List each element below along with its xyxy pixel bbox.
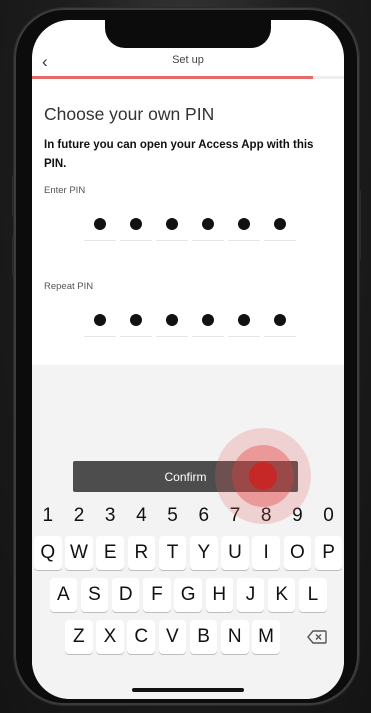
repeat-pin-field[interactable] — [84, 304, 296, 337]
key-h[interactable]: H — [205, 578, 234, 612]
key-c[interactable]: C — [127, 620, 155, 654]
key-f[interactable]: F — [143, 578, 171, 612]
enter-pin-digit-5[interactable] — [228, 208, 260, 241]
enter-pin-label: Enter PIN — [44, 185, 86, 196]
key-1[interactable]: 1 — [34, 499, 62, 533]
pin-dot — [202, 314, 214, 326]
key-9[interactable]: 9 — [284, 499, 312, 533]
enter-pin-digit-3[interactable] — [156, 208, 188, 241]
repeat-pin-label: Repeat PIN — [44, 281, 94, 292]
enter-pin-digit-2[interactable] — [120, 208, 152, 241]
confirm-button[interactable]: Confirm — [73, 461, 298, 492]
key-v[interactable]: V — [158, 620, 187, 654]
pin-dot — [130, 314, 142, 326]
pin-dot — [202, 218, 214, 230]
description-text: In future you can open your Access App w… — [44, 139, 314, 170]
key-z[interactable]: Z — [65, 620, 93, 654]
key-q[interactable]: Q — [34, 536, 62, 570]
key-k[interactable]: K — [267, 578, 296, 612]
progress-fill — [32, 76, 313, 79]
pin-dot — [166, 218, 178, 230]
key-8[interactable]: 8 — [252, 499, 280, 533]
notch — [105, 20, 271, 48]
pin-dot — [94, 218, 106, 230]
pin-dot — [238, 314, 250, 326]
phone-screen: ‹ Set up Choose your own PIN In future y… — [32, 20, 344, 699]
key-6[interactable]: 6 — [190, 499, 218, 533]
page-title: Choose your own PIN — [44, 104, 215, 124]
key-d[interactable]: D — [111, 578, 140, 612]
pin-dot — [166, 314, 178, 326]
home-indicator — [132, 688, 244, 692]
key-2[interactable]: 2 — [65, 499, 93, 533]
repeat-pin-digit-3[interactable] — [156, 304, 188, 337]
key-a[interactable]: A — [49, 578, 78, 612]
key-i[interactable]: I — [252, 536, 280, 570]
key-e[interactable]: E — [96, 536, 124, 570]
key-j[interactable]: J — [236, 578, 265, 612]
pin-dot — [274, 314, 286, 326]
key-3[interactable]: 3 — [96, 499, 124, 533]
backspace-icon[interactable] — [297, 620, 337, 654]
key-g[interactable]: G — [174, 578, 202, 612]
key-l[interactable]: L — [299, 578, 327, 612]
key-7[interactable]: 7 — [221, 499, 249, 533]
enter-pin-digit-4[interactable] — [192, 208, 224, 241]
key-o[interactable]: O — [283, 536, 312, 570]
key-p[interactable]: P — [314, 536, 343, 570]
pin-dot — [94, 314, 106, 326]
key-4[interactable]: 4 — [128, 499, 156, 533]
pin-dot — [274, 218, 286, 230]
repeat-pin-digit-6[interactable] — [264, 304, 296, 337]
repeat-pin-digit-2[interactable] — [120, 304, 152, 337]
app-bar-title: Set up — [172, 54, 204, 66]
key-0[interactable]: 0 — [315, 499, 343, 533]
enter-pin-digit-6[interactable] — [264, 208, 296, 241]
key-5[interactable]: 5 — [159, 499, 187, 533]
app-bar: ‹ Set up — [32, 50, 344, 76]
key-s[interactable]: S — [80, 578, 109, 612]
key-r[interactable]: R — [127, 536, 156, 570]
key-m[interactable]: M — [252, 620, 280, 654]
key-n[interactable]: N — [221, 620, 249, 654]
key-y[interactable]: Y — [190, 536, 218, 570]
repeat-pin-digit-1[interactable] — [84, 304, 116, 337]
repeat-pin-digit-5[interactable] — [228, 304, 260, 337]
repeat-pin-digit-4[interactable] — [192, 304, 224, 337]
pin-dot — [130, 218, 142, 230]
progress-bar — [32, 76, 344, 79]
key-x[interactable]: X — [96, 620, 124, 654]
enter-pin-digit-1[interactable] — [84, 208, 116, 241]
pin-dot — [238, 218, 250, 230]
key-t[interactable]: T — [158, 536, 187, 570]
key-w[interactable]: W — [65, 536, 93, 570]
key-b[interactable]: B — [189, 620, 218, 654]
enter-pin-field[interactable] — [84, 208, 296, 241]
key-u[interactable]: U — [221, 536, 249, 570]
